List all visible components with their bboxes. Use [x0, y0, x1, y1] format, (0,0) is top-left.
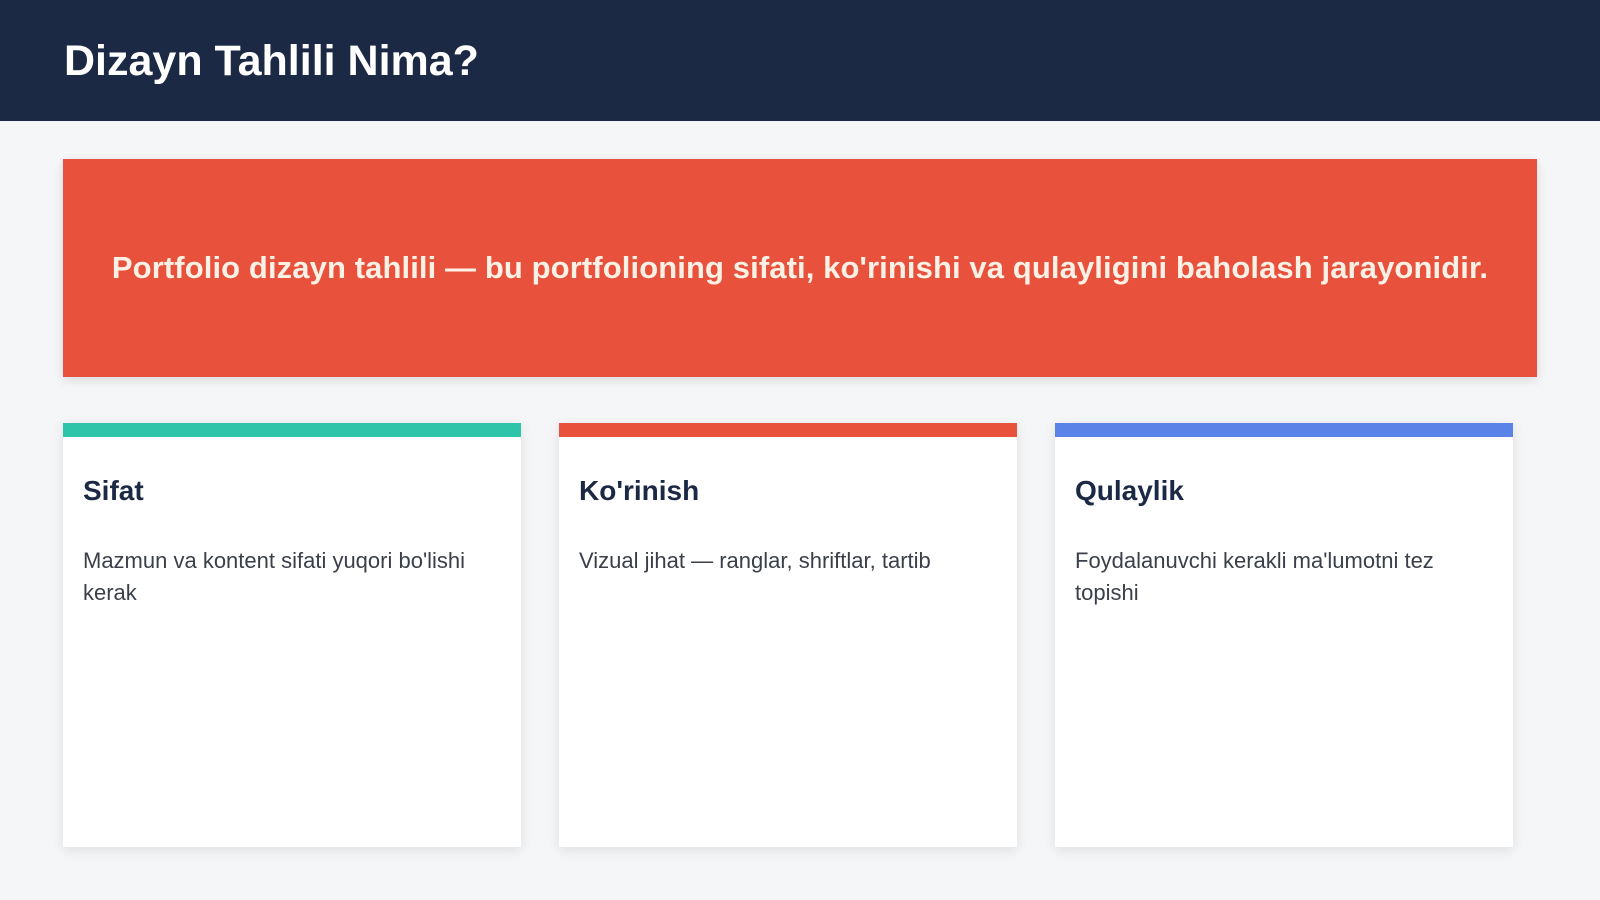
header-bar: Dizayn Tahlili Nima? — [0, 0, 1600, 121]
card-title: Sifat — [83, 475, 144, 506]
card-accent-bar — [559, 423, 1017, 437]
card-title: Ko'rinish — [579, 475, 700, 506]
definition-banner: Portfolio dizayn tahlili — bu portfolion… — [63, 159, 1537, 377]
page-title: Dizayn Tahlili Nima? — [64, 37, 479, 85]
card-qulaylik: Qulaylik Foydalanuvchi kerakli ma'lumotn… — [1055, 423, 1513, 847]
card-korinish: Ko'rinish Vizual jihat — ranglar, shrift… — [559, 423, 1017, 847]
card-title: Qulaylik — [1075, 475, 1184, 506]
card-description: Mazmun va kontent sifati yuqori bo'lishi… — [83, 548, 466, 605]
definition-text: Portfolio dizayn tahlili — bu portfolion… — [111, 250, 1489, 285]
card-accent-bar — [1055, 423, 1513, 437]
card-description: Vizual jihat — ranglar, shriftlar, tarti… — [579, 548, 931, 573]
card-sifat: Sifat Mazmun va kontent sifati yuqori bo… — [63, 423, 521, 847]
card-accent-bar — [63, 423, 521, 437]
card-description: Foydalanuvchi kerakli ma'lumotni tez top… — [1075, 548, 1434, 605]
